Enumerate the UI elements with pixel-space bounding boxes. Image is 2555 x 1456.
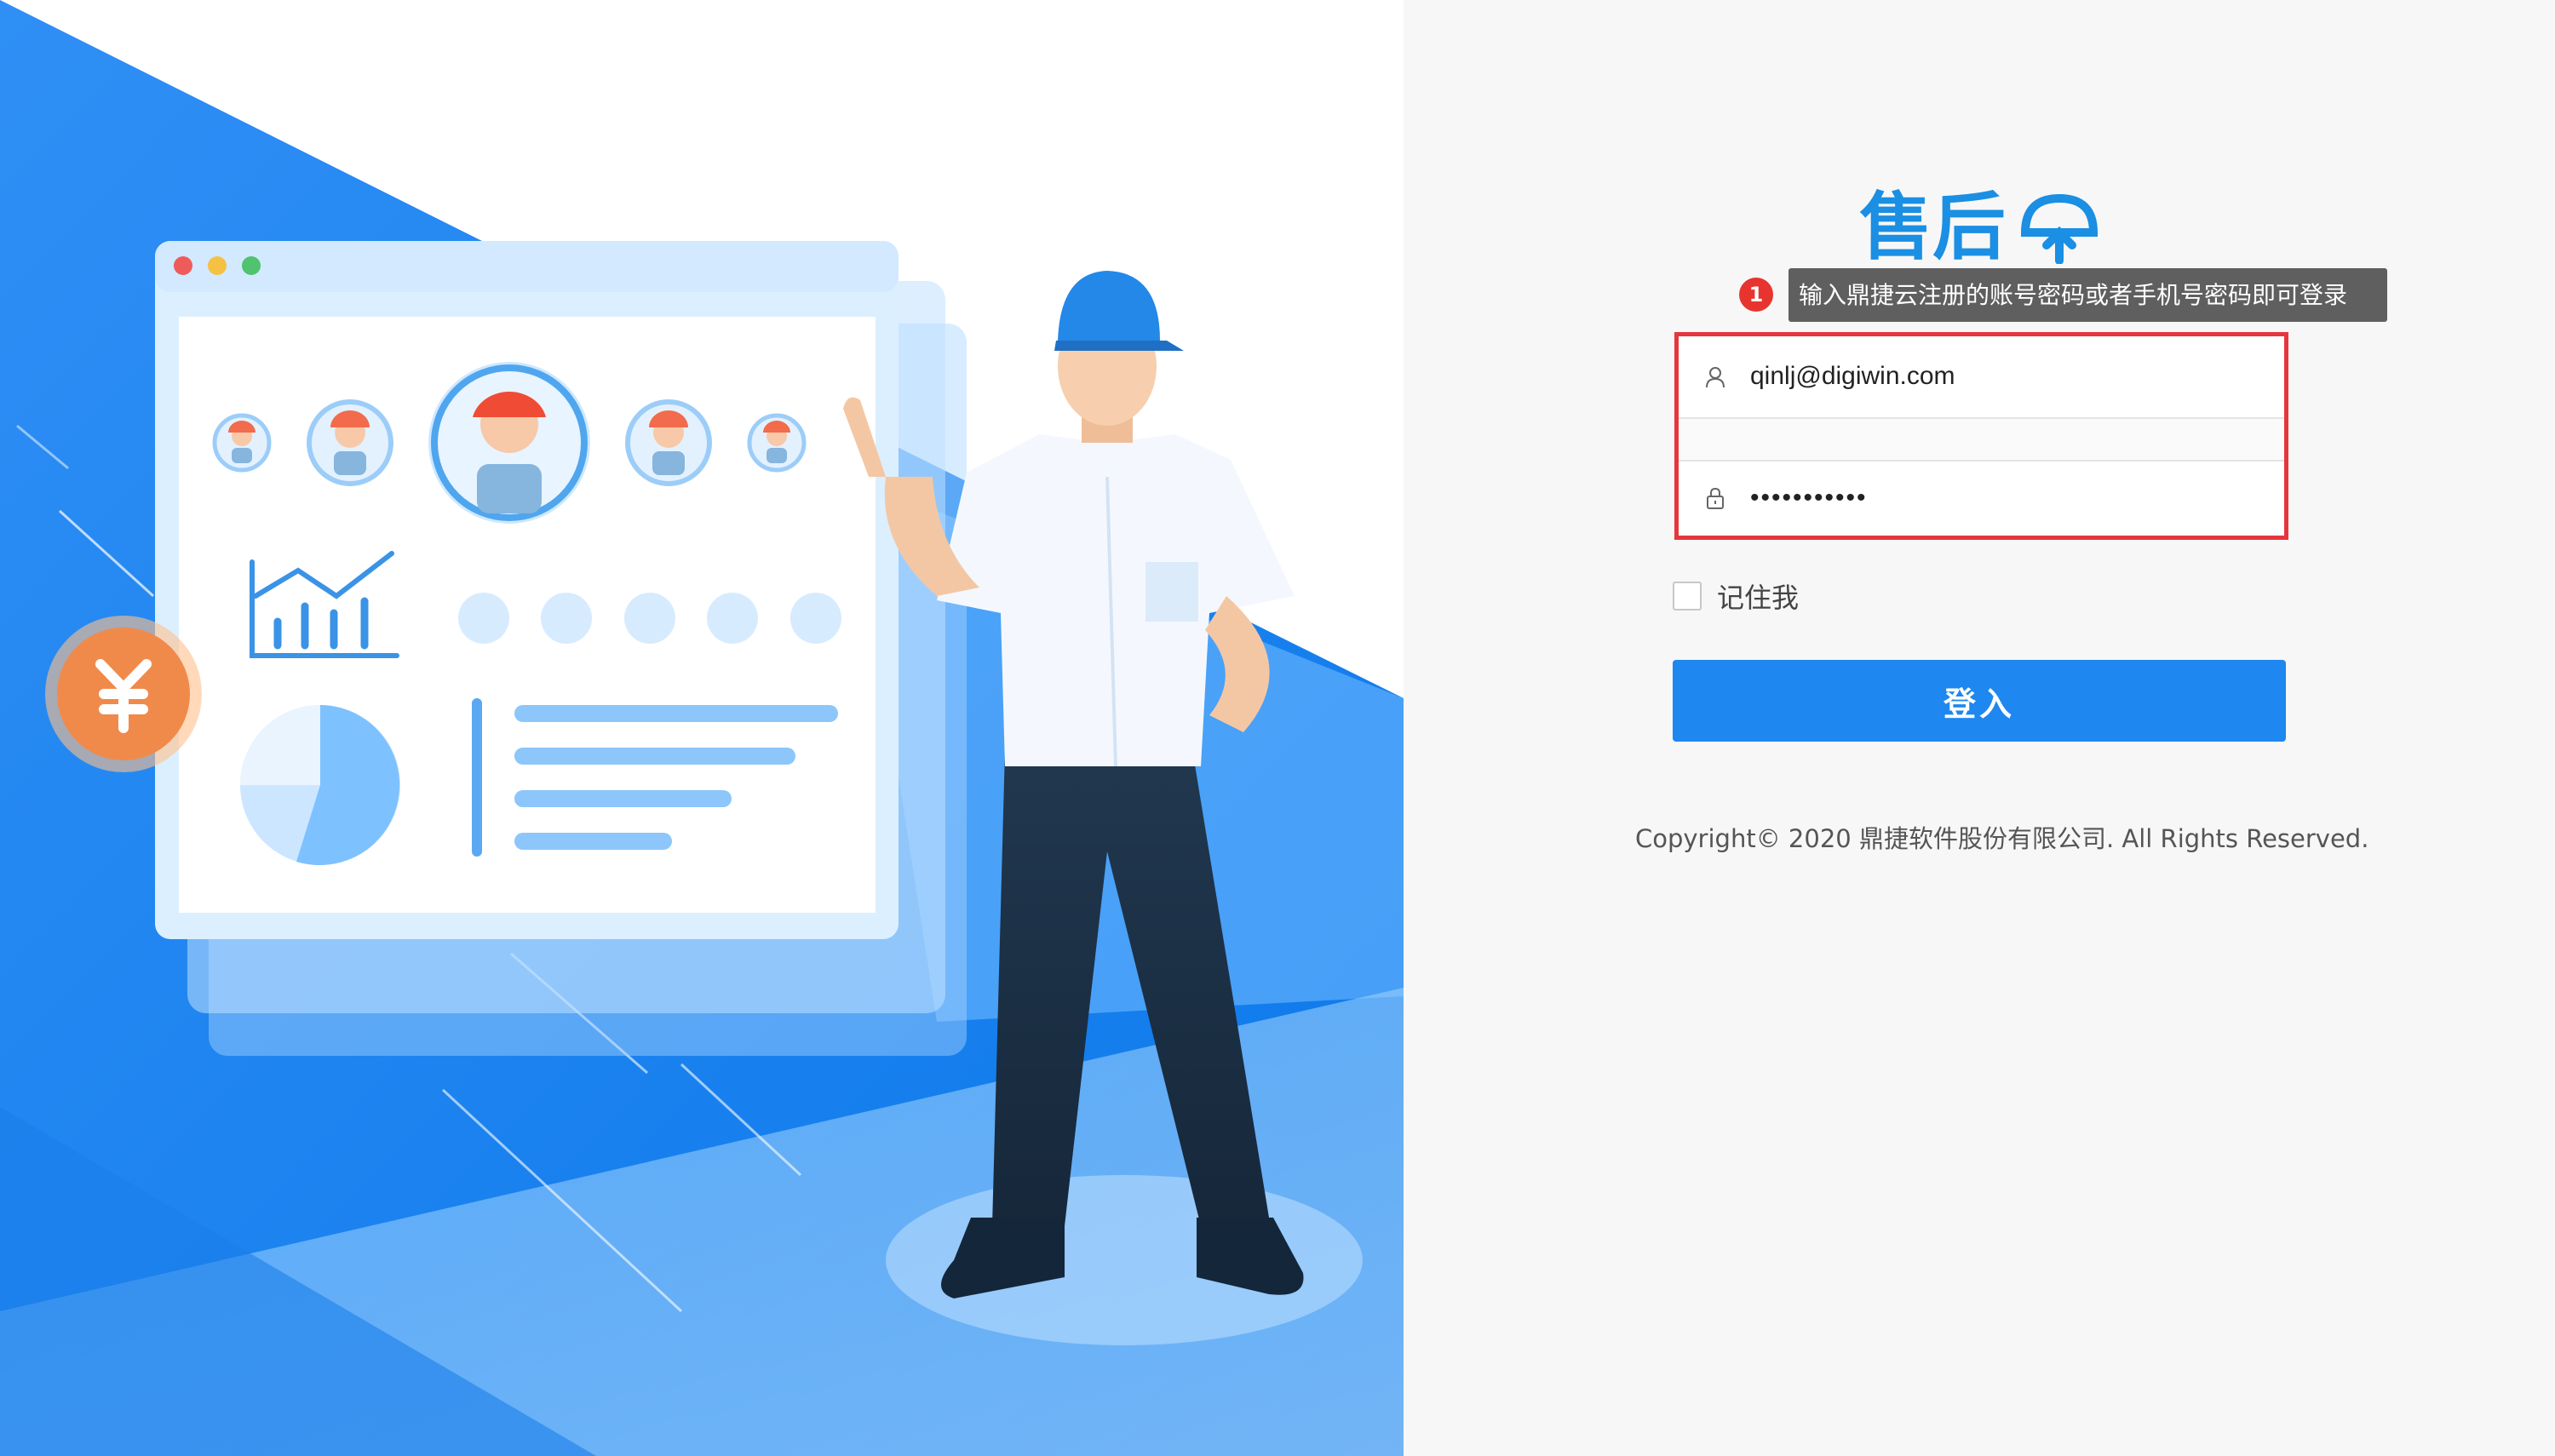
avatar-icon	[747, 413, 807, 473]
remember-me-checkbox[interactable]	[1673, 582, 1702, 610]
avatar-icon	[307, 399, 393, 486]
avatar-icon	[428, 362, 590, 524]
brand-logo-svg: 售后	[1859, 185, 2099, 270]
lock-icon	[1707, 487, 1724, 509]
hero-illustration	[0, 0, 1404, 1456]
dashboard-window	[155, 241, 899, 939]
step-badge: 1	[1739, 278, 1773, 312]
brand-logo: 售后	[1859, 185, 2099, 270]
yen-coin-icon	[45, 616, 202, 772]
avatar-icon	[625, 399, 712, 486]
credentials-box	[1674, 332, 2288, 540]
form-divider-row	[1679, 419, 2284, 461]
remember-me-label: 记住我	[1717, 582, 1800, 614]
password-row	[1679, 461, 2284, 536]
username-input[interactable]	[1750, 355, 2267, 398]
password-input[interactable]	[1750, 477, 2267, 519]
brand-logo-text: 售后	[1859, 186, 2006, 264]
remember-me[interactable]: 记住我	[1673, 577, 1799, 615]
login-hint-tooltip: 输入鼎捷云注册的账号密码或者手机号密码即可登录	[1788, 268, 2387, 322]
cloud-umbrella-icon	[2020, 193, 2099, 265]
hero-illustration-svg	[0, 0, 1404, 1456]
username-row	[1679, 336, 2284, 419]
pie-chart-icon	[240, 705, 400, 865]
login-hint-text: 输入鼎捷云注册的账号密码或者手机号密码即可登录	[1799, 281, 2348, 309]
avatar-icon	[212, 413, 272, 473]
copyright-text: Copyright© 2020 鼎捷软件股份有限公司. All Rights R…	[1635, 824, 2369, 853]
login-button[interactable]: 登入	[1673, 660, 2286, 742]
user-icon	[1706, 367, 1725, 388]
